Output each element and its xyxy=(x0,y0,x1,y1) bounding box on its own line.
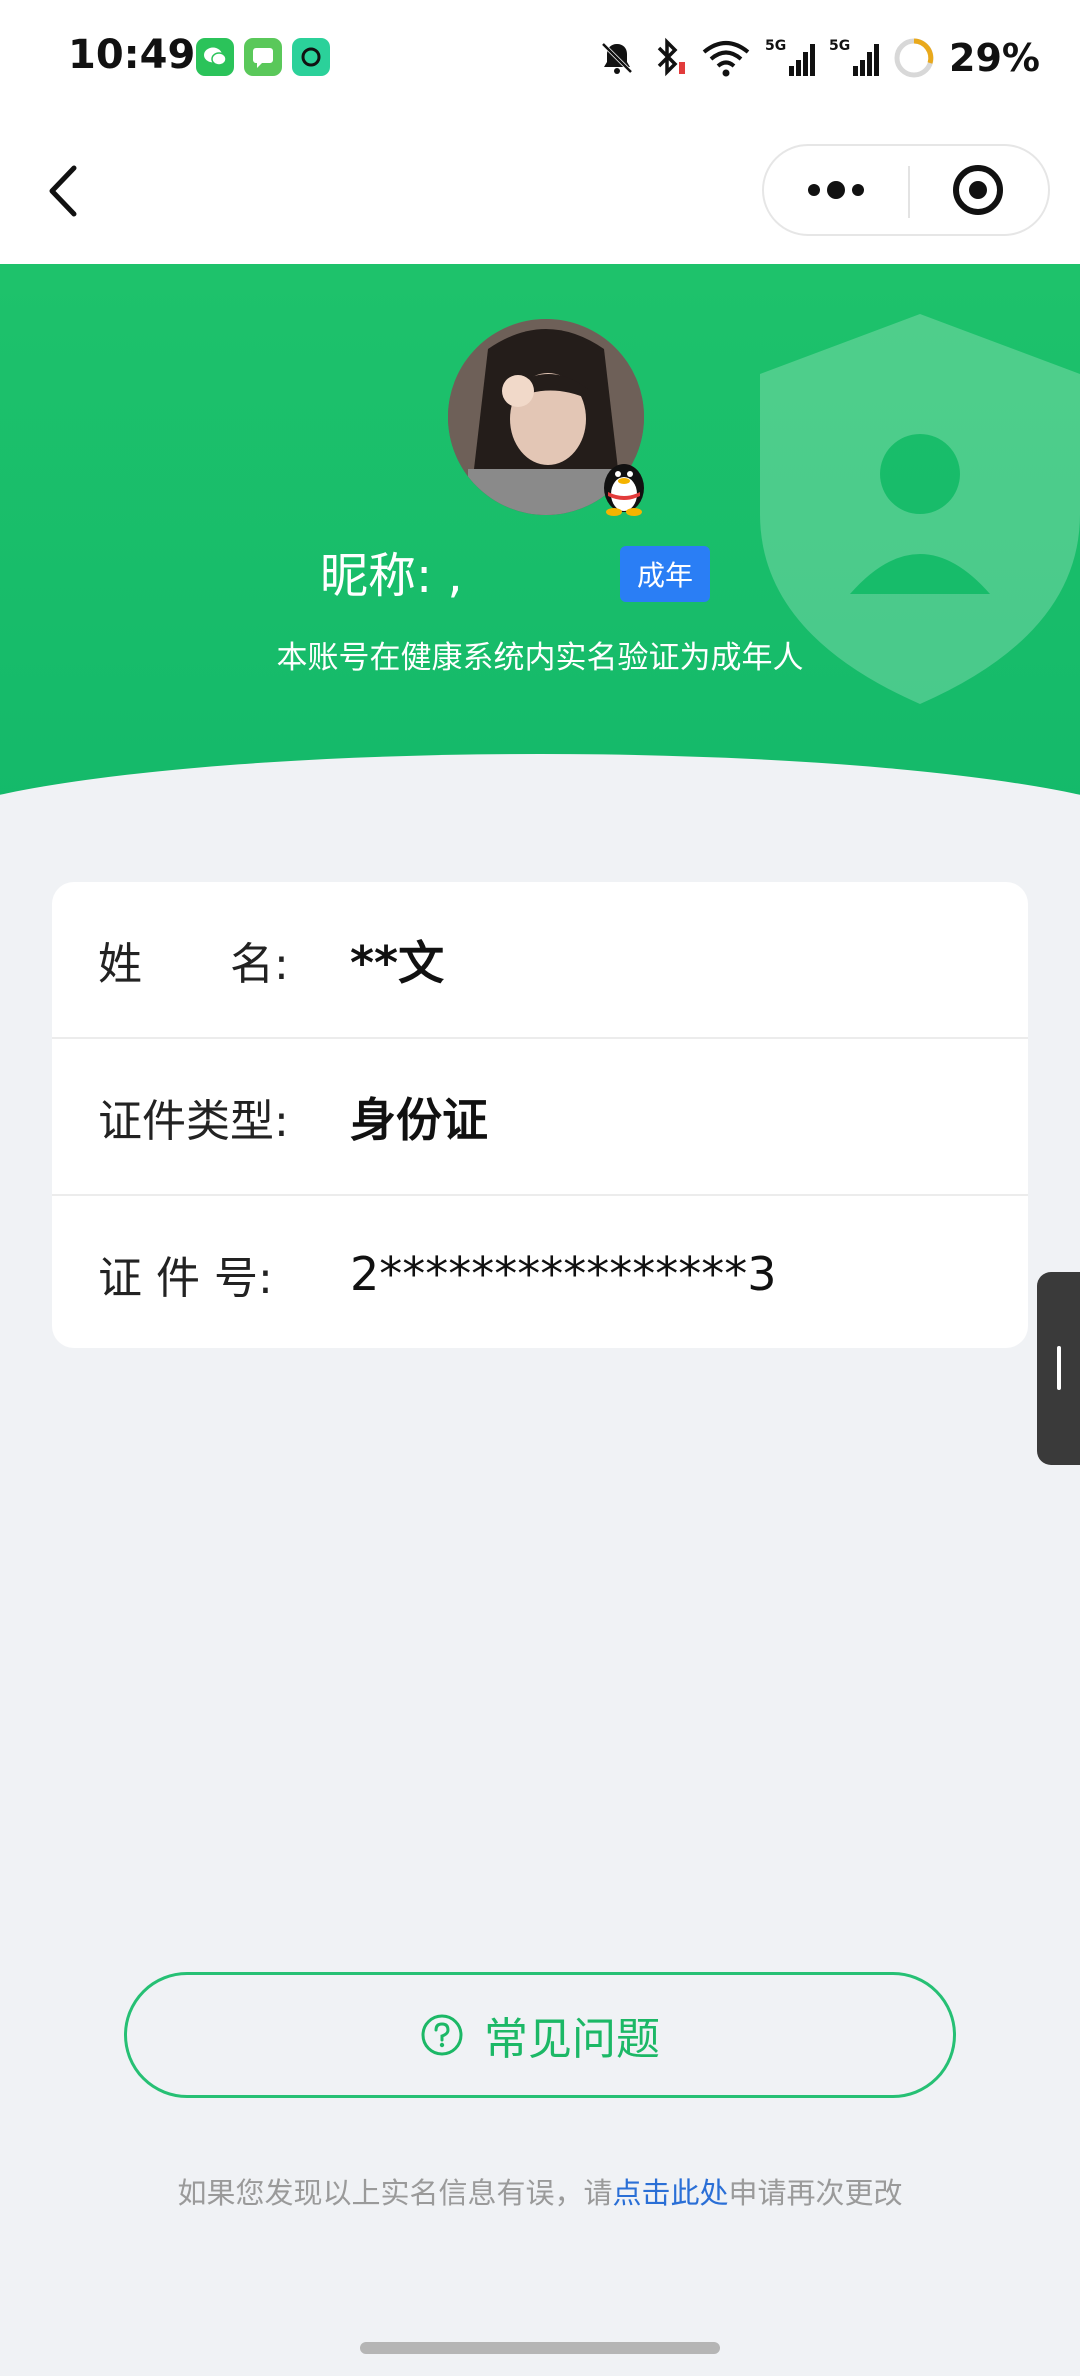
faq-label: 常见问题 xyxy=(484,2014,660,2065)
footer-note: 如果您发现以上实名信息有误，请点击此处申请再次更改 xyxy=(0,2170,1080,2212)
footer-prefix: 如果您发现以上实名信息有误，请 xyxy=(177,2176,613,2210)
5g-signal-icon: 5G xyxy=(765,38,816,76)
verification-subtitle: 本账号在健康系统内实名验证为成年人 xyxy=(276,640,804,676)
home-indicator[interactable] xyxy=(360,2342,720,2354)
click-here-link[interactable]: 点击此处 xyxy=(612,2176,728,2210)
battery-percent: 29% xyxy=(949,36,1040,80)
status-bar: 10:49 5G 5G 29% xyxy=(0,0,1080,116)
row-value: 2****************3 xyxy=(350,1246,777,1301)
back-button[interactable] xyxy=(40,156,90,226)
app-icon xyxy=(292,38,330,76)
chevron-left-icon xyxy=(49,165,77,217)
profile-header: 昵称: , 成年 本账号在健康系统内实名验证为成年人 xyxy=(0,264,1080,816)
more-button[interactable] xyxy=(764,146,908,234)
header-curve xyxy=(0,754,1080,816)
row-value: **文 xyxy=(350,935,445,990)
mute-bell-icon xyxy=(601,42,633,74)
side-float-handle[interactable] xyxy=(1037,1272,1080,1465)
row-value: 身份证 xyxy=(350,1092,488,1147)
question-circle-icon xyxy=(421,2014,463,2056)
handle-grip xyxy=(1057,1346,1061,1390)
info-row-id-number: 证 件 号: 2****************3 xyxy=(52,1196,1028,1348)
more-dots-icon xyxy=(808,181,864,199)
close-button[interactable] xyxy=(910,146,1050,234)
info-row-name: 姓 名: **文 xyxy=(52,882,1028,1037)
5g-signal-icon: 5G xyxy=(829,38,880,76)
adult-badge: 成年 xyxy=(620,546,710,602)
wifi-icon xyxy=(702,41,750,77)
svg-text:5G: 5G xyxy=(765,38,786,54)
messages-icon xyxy=(244,38,282,76)
target-close-icon xyxy=(953,165,1003,215)
bluetooth-icon xyxy=(657,37,686,77)
status-time: 10:49 xyxy=(68,32,196,78)
footer-suffix: 申请再次更改 xyxy=(728,2176,903,2210)
nickname: 昵称: , xyxy=(320,548,463,604)
status-icons: 5G 5G 29% xyxy=(597,30,1040,86)
row-label: 证件类型: xyxy=(98,1095,289,1147)
identity-info-card: 姓 名: **文 证件类型: 身份证 证 件 号: 2*************… xyxy=(52,882,1028,1348)
faq-button[interactable]: 常见问题 xyxy=(124,1972,956,2098)
qq-penguin-icon xyxy=(596,452,652,516)
wechat-icon xyxy=(196,38,234,76)
nav-bar xyxy=(0,116,1080,264)
row-label: 姓 名: xyxy=(98,938,289,990)
battery-ring-icon xyxy=(894,38,934,78)
info-row-id-type: 证件类型: 身份证 xyxy=(52,1039,1028,1194)
mini-program-capsule xyxy=(762,144,1050,236)
row-label: 证 件 号: xyxy=(98,1252,273,1304)
svg-text:5G: 5G xyxy=(829,38,850,54)
